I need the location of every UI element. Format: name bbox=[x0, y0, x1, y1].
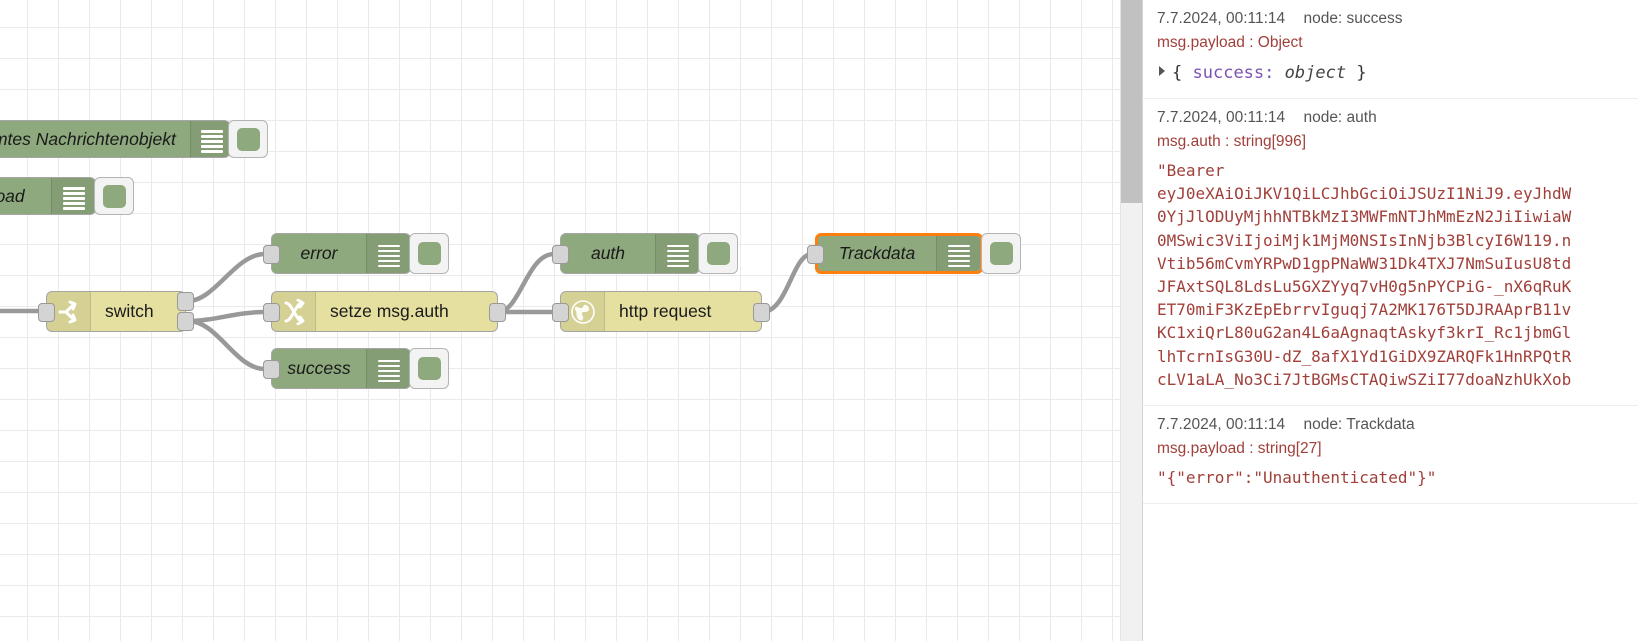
debug-lines-icon bbox=[655, 234, 699, 273]
node-label: error bbox=[300, 243, 338, 263]
debug-property-path: msg.payload : Object bbox=[1157, 34, 1303, 51]
node-debug-success[interactable]: success bbox=[263, 348, 449, 389]
debug-toggle-button[interactable] bbox=[228, 120, 268, 158]
object-type: object bbox=[1284, 63, 1347, 83]
node-red-editor: gesamtes Nachrichtenobjekt payload switc… bbox=[0, 0, 1638, 641]
debug-lines-icon bbox=[366, 234, 410, 273]
debug-toggle-button[interactable] bbox=[981, 233, 1021, 274]
expand-caret-icon[interactable] bbox=[1159, 66, 1165, 76]
node-label: switch bbox=[105, 301, 154, 321]
debug-message-header: 7.7.2024, 00:11:14 node: success bbox=[1143, 8, 1638, 28]
debug-property-path: msg.payload : string[27] bbox=[1157, 439, 1322, 457]
node-output-port-1[interactable] bbox=[177, 292, 194, 311]
debug-timestamp: 7.7.2024, 00:11:14 bbox=[1157, 10, 1286, 27]
flow-canvas[interactable]: gesamtes Nachrichtenobjekt payload switc… bbox=[0, 0, 1120, 641]
close-brace: } bbox=[1356, 63, 1367, 83]
debug-timestamp: 7.7.2024, 00:11:14 bbox=[1157, 415, 1286, 433]
node-debug-trackdata[interactable]: Trackdata bbox=[807, 233, 1021, 274]
node-input-port[interactable] bbox=[552, 245, 569, 264]
node-http-request[interactable]: http request bbox=[552, 291, 770, 332]
debug-toggle-button[interactable] bbox=[409, 348, 449, 389]
debug-string-value[interactable]: "{"error":"Unauthenticated"}" bbox=[1143, 460, 1638, 493]
node-switch[interactable]: switch bbox=[38, 291, 194, 332]
debug-string-value[interactable]: "Bearer eyJ0eXAiOiJKV1QiLCJhbGciOiJSUzI1… bbox=[1143, 153, 1638, 395]
debug-node-ref[interactable]: node: auth bbox=[1303, 109, 1376, 126]
debug-toggle-button[interactable] bbox=[94, 177, 134, 215]
debug-lines-icon bbox=[51, 178, 95, 214]
node-change-setze-msg-auth[interactable]: setze msg.auth bbox=[263, 291, 506, 332]
node-label: auth bbox=[590, 243, 626, 263]
node-output-port[interactable] bbox=[753, 303, 770, 322]
node-output-port-2[interactable] bbox=[177, 312, 194, 331]
scrollbar-thumb[interactable] bbox=[1121, 0, 1143, 203]
object-key: success: bbox=[1192, 63, 1275, 83]
node-label: Trackdata bbox=[838, 243, 916, 263]
debug-message-header: 7.7.2024, 00:11:14 node: auth bbox=[1143, 107, 1638, 127]
node-input-port[interactable] bbox=[263, 360, 280, 379]
debug-lines-icon bbox=[936, 236, 980, 271]
node-input-port[interactable] bbox=[807, 245, 824, 264]
node-input-port[interactable] bbox=[38, 303, 55, 322]
node-label: http request bbox=[619, 301, 712, 321]
node-input-port[interactable] bbox=[263, 303, 280, 322]
debug-sidebar[interactable]: 7.7.2024, 00:11:14 node: success msg.pay… bbox=[1142, 0, 1638, 641]
node-label: gesamtes Nachrichtenobjekt bbox=[0, 128, 176, 149]
debug-message[interactable]: 7.7.2024, 00:11:14 node: Trackdata msg.p… bbox=[1143, 406, 1638, 505]
debug-message[interactable]: 7.7.2024, 00:11:14 node: success msg.pay… bbox=[1143, 0, 1638, 99]
node-label: setze msg.auth bbox=[330, 301, 449, 321]
node-debug-payload[interactable]: payload bbox=[0, 177, 134, 215]
node-debug-gesamtes-nachrichtenobjekt[interactable]: gesamtes Nachrichtenobjekt bbox=[0, 120, 268, 158]
node-label: success bbox=[287, 358, 351, 378]
debug-message-header: 7.7.2024, 00:11:14 node: Trackdata bbox=[1143, 414, 1638, 434]
debug-node-ref[interactable]: node: success bbox=[1303, 10, 1402, 27]
node-label: payload bbox=[0, 185, 25, 206]
debug-node-ref[interactable]: node: Trackdata bbox=[1303, 416, 1414, 433]
debug-property-path: msg.auth : string[996] bbox=[1157, 133, 1307, 150]
debug-message[interactable]: 7.7.2024, 00:11:14 node: auth msg.auth :… bbox=[1143, 99, 1638, 406]
canvas-vertical-scrollbar[interactable] bbox=[1120, 0, 1143, 641]
debug-timestamp: 7.7.2024, 00:11:14 bbox=[1157, 109, 1286, 126]
debug-toggle-button[interactable] bbox=[409, 233, 449, 274]
node-debug-auth[interactable]: auth bbox=[552, 233, 738, 274]
debug-toggle-button[interactable] bbox=[698, 233, 738, 274]
debug-object-value[interactable]: { success: object } bbox=[1143, 54, 1638, 88]
node-input-port[interactable] bbox=[263, 245, 280, 264]
node-output-port[interactable] bbox=[489, 303, 506, 322]
debug-lines-icon bbox=[366, 349, 410, 388]
open-brace: { bbox=[1172, 63, 1183, 83]
node-input-port[interactable] bbox=[552, 303, 569, 322]
node-debug-error[interactable]: error bbox=[263, 233, 449, 274]
